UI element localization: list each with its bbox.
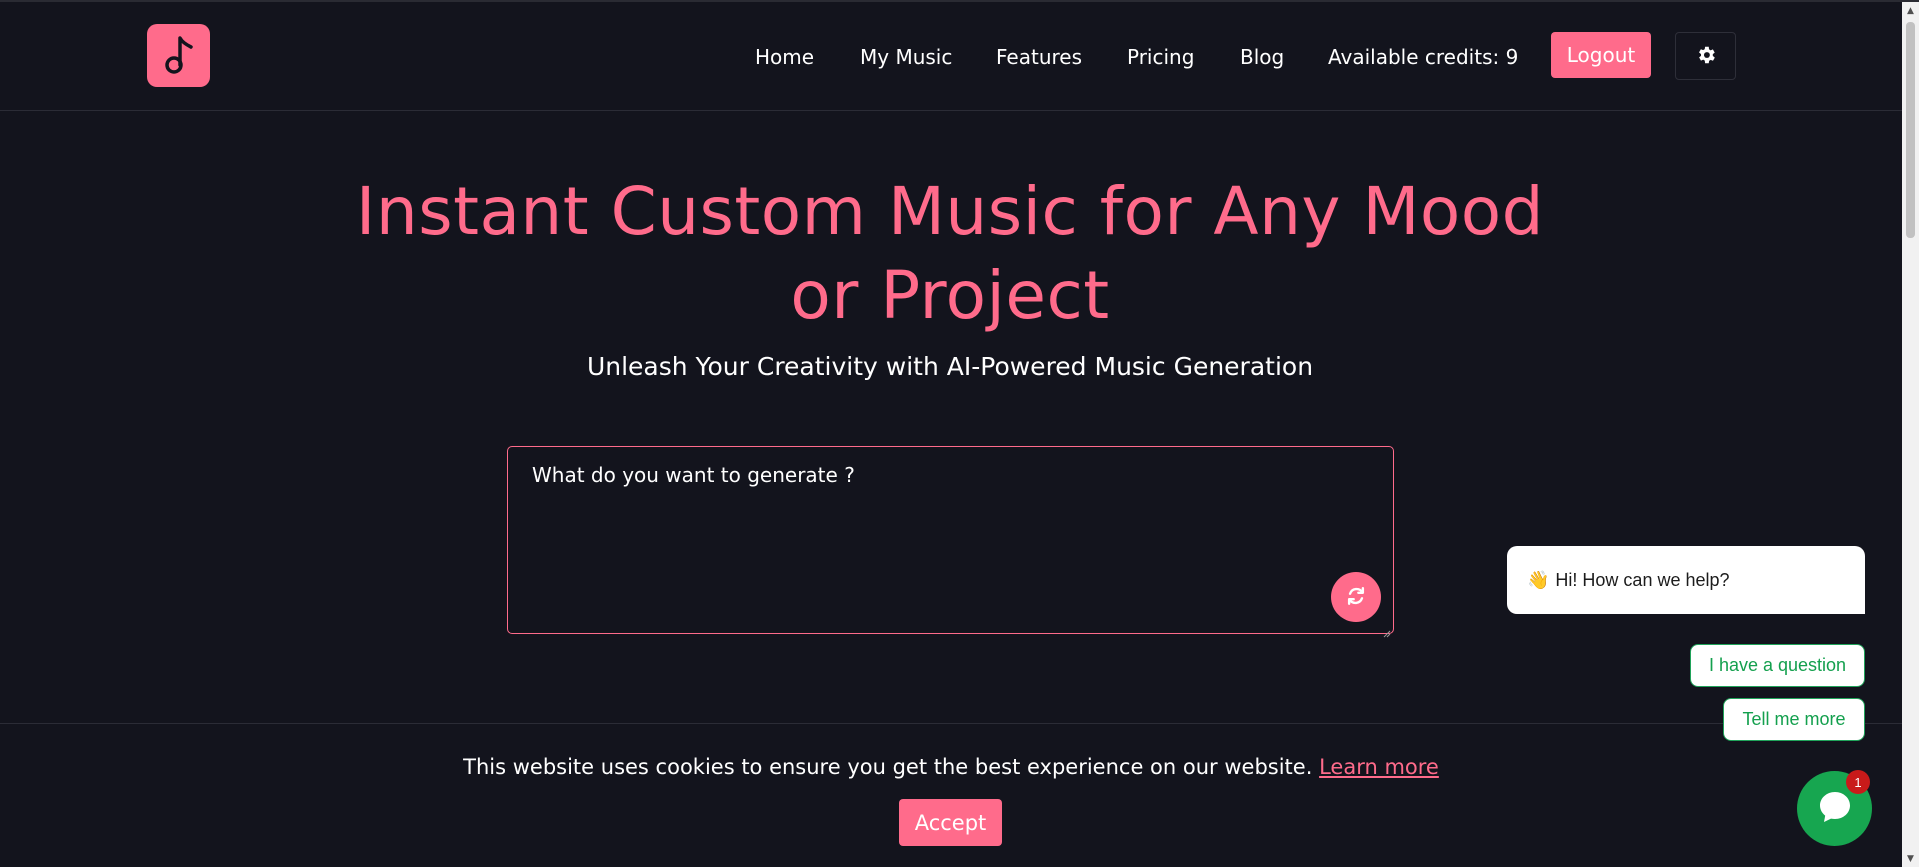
chat-bubble-icon [1816,788,1854,830]
page-scrollbar[interactable]: ▲ ▼ [1902,2,1919,867]
chat-greeting-bubble: 👋 Hi! How can we help? [1507,546,1865,614]
nav-features[interactable]: Features [996,45,1082,69]
cookie-text: This website uses cookies to ensure you … [463,755,1313,779]
prompt-input[interactable] [508,447,1393,633]
gear-icon [1695,44,1717,69]
chat-option-question[interactable]: I have a question [1690,644,1865,687]
scroll-down-arrow-icon[interactable]: ▼ [1902,850,1919,867]
regenerate-button[interactable] [1331,572,1381,622]
chat-option-tell-more[interactable]: Tell me more [1723,698,1865,741]
hero-title-line-2: or Project [790,257,1110,334]
hero-title-line-1: Instant Custom Music for Any Mood [355,173,1545,250]
site-header: Home My Music Features Pricing Blog Avai… [0,2,1902,111]
hero-subtitle: Unleash Your Creativity with AI-Powered … [586,352,1314,381]
scroll-up-arrow-icon[interactable]: ▲ [1902,2,1919,19]
credits-counter: Available credits: 9 [1328,45,1519,69]
nav-my-music[interactable]: My Music [860,45,952,69]
chat-unread-badge: 1 [1846,770,1870,794]
logo[interactable] [147,24,210,87]
chat-greeting-text: Hi! How can we help? [1555,569,1730,590]
scrollbar-thumb[interactable] [1906,22,1915,238]
logout-button[interactable]: Logout [1551,32,1651,78]
hero-title: Instant Custom Music for Any Mood or Pro… [290,170,1610,338]
resize-grip-icon[interactable] [1383,623,1391,638]
music-note-icon [159,32,199,80]
refresh-icon [1345,585,1367,610]
accept-cookies-button[interactable]: Accept [899,799,1002,846]
theme-toggle-button[interactable] [1675,32,1736,80]
waving-hand-icon: 👋 [1527,569,1550,590]
prompt-box [507,446,1394,638]
cookie-message: This website uses cookies to ensure you … [0,752,1902,782]
nav-home[interactable]: Home [755,45,814,69]
learn-more-link[interactable]: Learn more [1319,755,1439,779]
cookie-banner: This website uses cookies to ensure you … [0,723,1902,867]
nav-blog[interactable]: Blog [1240,45,1284,69]
nav-pricing[interactable]: Pricing [1127,45,1194,69]
